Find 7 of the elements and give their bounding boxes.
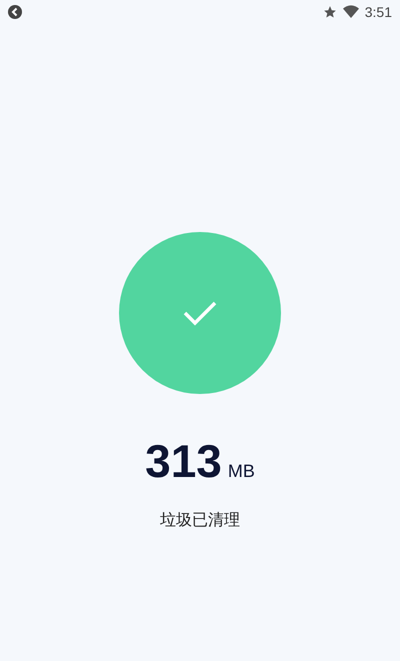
checkmark-icon	[183, 300, 217, 326]
clock-time: 3:51	[364, 2, 392, 22]
star-icon	[322, 5, 337, 19]
cleaned-amount: 313	[145, 438, 222, 484]
amount-unit: MB	[228, 460, 255, 483]
wifi-icon	[342, 5, 359, 19]
cleaned-caption: 垃圾已清理	[160, 510, 240, 531]
